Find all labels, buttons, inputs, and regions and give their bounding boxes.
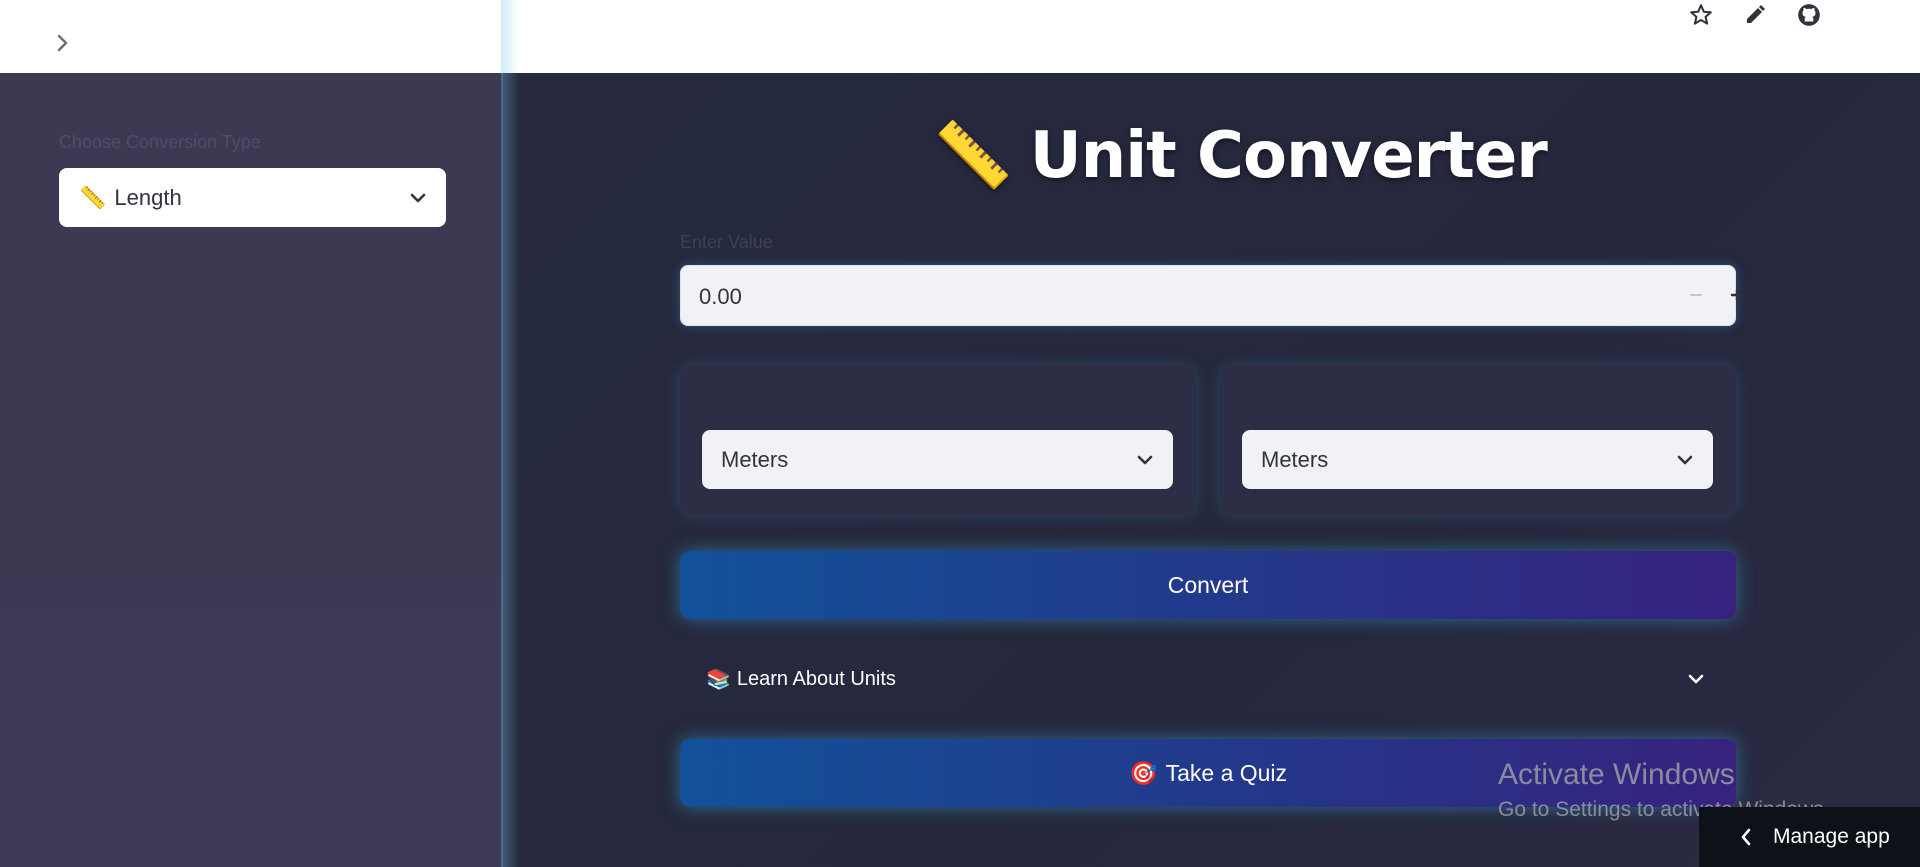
activate-windows-title: Activate Windows bbox=[1498, 758, 1735, 791]
value-input-text[interactable]: 0.00 bbox=[699, 284, 742, 310]
learn-about-units-expander[interactable]: 📚 Learn About Units bbox=[680, 650, 1736, 708]
from-unit-card: Meters bbox=[680, 365, 1196, 515]
to-unit-select[interactable]: Meters bbox=[1242, 430, 1713, 489]
chevron-left-icon bbox=[1741, 828, 1751, 846]
convert-button-label: Convert bbox=[1167, 571, 1249, 598]
page-title: 📏 Unit Converter bbox=[933, 118, 1548, 193]
books-icon: 📚 bbox=[706, 668, 731, 691]
manage-app-label: Manage app bbox=[1773, 825, 1890, 848]
github-icon bbox=[1798, 4, 1820, 26]
to-unit-card: Meters bbox=[1220, 365, 1736, 515]
decrement-button[interactable] bbox=[1681, 280, 1711, 310]
chevron-down-icon bbox=[1688, 674, 1704, 684]
increment-button[interactable] bbox=[1722, 280, 1752, 310]
title-ruler-icon: 📏 bbox=[933, 119, 1013, 193]
chevron-down-icon bbox=[410, 193, 426, 202]
from-unit-select[interactable]: Meters bbox=[702, 430, 1173, 489]
convert-button[interactable]: Convert bbox=[680, 551, 1736, 619]
expand-sidebar-button[interactable] bbox=[48, 28, 78, 58]
page-title-text: Unit Converter bbox=[1029, 119, 1548, 193]
github-button[interactable] bbox=[1794, 0, 1824, 30]
learn-about-units-label: Learn About Units bbox=[736, 667, 896, 690]
app-toolbar bbox=[503, 0, 1920, 73]
star-icon bbox=[1690, 4, 1712, 25]
chevron-down-icon bbox=[1137, 455, 1153, 464]
chevron-right-icon bbox=[57, 34, 68, 52]
enter-value-label: Enter Value bbox=[680, 232, 773, 252]
sidebar-header bbox=[0, 0, 503, 73]
chevron-down-icon bbox=[1677, 455, 1693, 464]
star-button[interactable] bbox=[1686, 0, 1716, 30]
conversion-type-select[interactable]: 📏 Length bbox=[59, 168, 446, 227]
value-number-input: 0.00 bbox=[680, 265, 1744, 326]
conversion-type-value: Length bbox=[114, 184, 182, 210]
ruler-icon: 📏 bbox=[79, 184, 107, 210]
sidebar-divider bbox=[501, 0, 519, 867]
edit-button[interactable] bbox=[1740, 0, 1770, 30]
to-unit-value: Meters bbox=[1261, 446, 1329, 472]
plus-icon bbox=[1730, 288, 1744, 302]
target-icon: 🎯 bbox=[1128, 759, 1158, 786]
from-unit-value: Meters bbox=[721, 446, 789, 472]
pencil-icon bbox=[1747, 5, 1765, 23]
take-quiz-label: Take a Quiz bbox=[1165, 759, 1288, 786]
minus-icon bbox=[1690, 294, 1702, 296]
conversion-type-label: Choose Conversion Type bbox=[59, 132, 261, 152]
manage-app-button[interactable]: Manage app bbox=[1699, 807, 1920, 867]
sidebar: Choose Conversion Type 📏 Length bbox=[0, 73, 503, 867]
